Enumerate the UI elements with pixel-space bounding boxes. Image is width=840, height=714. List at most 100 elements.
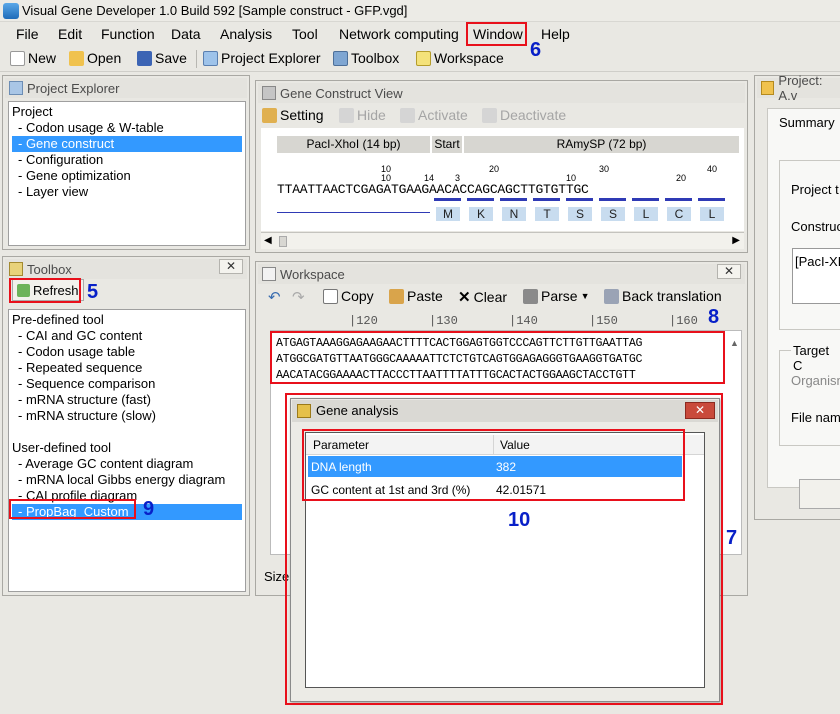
menu-analysis[interactable]: Analysis <box>220 26 272 42</box>
codon-line-8 <box>665 198 692 201</box>
save-button[interactable]: Save <box>137 50 187 66</box>
menu-edit[interactable]: Edit <box>58 26 82 42</box>
construct-field[interactable]: [PacI-XI <box>792 248 840 304</box>
workspace-header: Workspace <box>258 264 745 284</box>
workspace-label: Workspace <box>434 50 504 66</box>
construct-sequence: TTAATTAACTCGAGATGAAGAACACCAGCAGCTTGTGTTG… <box>277 182 589 197</box>
tree-item-configuration[interactable]: - Configuration <box>12 152 242 168</box>
scroll-left-icon[interactable]: ◀ <box>264 235 272 246</box>
setting-button[interactable]: Setting <box>262 107 324 123</box>
paste-clipboard-icon <box>389 288 404 304</box>
toolbox-list: Pre-defined tool - CAI and GC content - … <box>8 309 246 592</box>
tree-item-codon-usage[interactable]: - Codon usage & W-table <box>12 120 242 136</box>
amino-acid: C <box>667 207 691 221</box>
project-explorer-title: Project Explorer <box>27 80 120 96</box>
tool-gibbs-energy-diagram[interactable]: - mRNA local Gibbs energy diagram <box>12 472 242 488</box>
panel-action-button[interactable] <box>799 479 840 509</box>
gene-construct-header: Gene Construct View <box>258 83 745 103</box>
tool-sequence-comparison[interactable]: - Sequence comparison <box>12 376 242 392</box>
tab-summary[interactable]: Summary <box>779 115 835 130</box>
toolbox-label: Toolbox <box>351 50 400 66</box>
menu-file[interactable]: File <box>16 26 39 42</box>
activate-button[interactable]: Activate <box>400 107 468 123</box>
amino-acid: L <box>634 207 658 221</box>
tool-mrna-slow[interactable]: - mRNA structure (slow) <box>12 408 242 424</box>
codon-line-5 <box>566 198 593 201</box>
paste-button[interactable]: Paste <box>389 288 443 304</box>
toolbox-button[interactable]: Toolbox <box>333 50 399 66</box>
redo-icon[interactable]: ↷ <box>292 288 305 306</box>
parse-icon <box>523 288 538 304</box>
construct-hscrollbar[interactable]: ◀ ▶ <box>261 232 744 249</box>
menu-bar: File Edit Function Data Analysis Tool Ne… <box>0 23 840 45</box>
construct-line-pacxho <box>277 212 430 213</box>
organism-label: Organism <box>791 373 840 388</box>
tree-item-layer-view[interactable]: - Layer view <box>12 184 242 200</box>
construct-tab-ramysp[interactable]: RAmySP (72 bp) <box>464 136 739 153</box>
tree-item-gene-construct[interactable]: - Gene construct <box>12 136 242 152</box>
clear-button[interactable]: ✕ Clear <box>458 288 507 306</box>
open-folder-icon <box>69 50 84 66</box>
project-tree: Project - Codon usage & W-table - Gene c… <box>8 101 246 246</box>
paste-label: Paste <box>407 288 443 304</box>
toolbox-title: Toolbox <box>27 261 72 277</box>
copy-button[interactable]: Copy <box>323 288 374 304</box>
hide-label: Hide <box>357 107 386 123</box>
undo-icon[interactable]: ↶ <box>268 288 281 306</box>
codon-line-7 <box>632 198 659 201</box>
deactivate-button[interactable]: Deactivate <box>482 107 566 123</box>
setting-gear-icon <box>262 107 277 123</box>
gene-construct-icon <box>262 86 276 100</box>
save-label: Save <box>155 50 187 66</box>
ws-scroll-up-icon[interactable]: ▲ <box>730 338 739 348</box>
tool-repeated-sequence[interactable]: - Repeated sequence <box>12 360 242 376</box>
workspace-panel-icon <box>262 267 276 281</box>
parse-dropdown[interactable]: Parse ▼ <box>523 288 590 304</box>
menu-function[interactable]: Function <box>101 26 155 42</box>
ruler-40a: 40 <box>707 164 718 174</box>
amino-acid: S <box>568 207 592 221</box>
workspace-close-button[interactable]: ✕ <box>717 264 741 279</box>
tree-item-gene-optimization[interactable]: - Gene optimization <box>12 168 242 184</box>
workspace-button[interactable]: Workspace <box>416 50 504 66</box>
open-label: Open <box>87 50 122 66</box>
toolbox-close-button[interactable]: ✕ <box>219 259 243 274</box>
tool-avg-gc-diagram[interactable]: - Average GC content diagram <box>12 456 242 472</box>
toolbox-panel-icon <box>9 262 23 276</box>
menu-help[interactable]: Help <box>541 26 570 42</box>
back-translation-icon <box>604 288 619 304</box>
toolbox-icon <box>333 50 348 66</box>
menu-data[interactable]: Data <box>171 26 201 42</box>
highlight-window-menu <box>466 22 527 46</box>
workspace-title: Workspace <box>280 266 345 282</box>
scroll-right-icon[interactable]: ▶ <box>732 235 740 246</box>
hide-icon <box>339 107 354 123</box>
construct-tab-pacxho[interactable]: PacI-XhoI (14 bp) <box>277 136 430 153</box>
tool-mrna-fast[interactable]: - mRNA structure (fast) <box>12 392 242 408</box>
toolbox-predefined-header: Pre-defined tool <box>12 312 104 327</box>
ws-ruler-130: |130 <box>429 314 458 328</box>
menu-network-computing[interactable]: Network computing <box>339 26 459 42</box>
new-button[interactable]: New <box>10 50 56 66</box>
tree-root-project[interactable]: Project <box>12 104 242 120</box>
chevron-down-icon: ▼ <box>580 291 590 301</box>
project-explorer-header: Project Explorer <box>5 78 247 98</box>
hide-button[interactable]: Hide <box>339 107 386 123</box>
ws-ruler-150: |150 <box>589 314 618 328</box>
construct-tab-start[interactable]: Start <box>432 136 462 153</box>
menu-tool[interactable]: Tool <box>292 26 318 42</box>
codon-line-3 <box>500 198 527 201</box>
toolbox-header: Toolbox <box>5 259 247 279</box>
project-title-label: Project t <box>791 182 839 197</box>
project-explorer-icon <box>203 50 218 66</box>
tool-codon-usage-table[interactable]: - Codon usage table <box>12 344 242 360</box>
scroll-thumb[interactable] <box>279 236 287 247</box>
project-properties-title: Project: A.v <box>778 73 823 103</box>
toolbox-userdefined-header: User-defined tool <box>12 440 111 455</box>
project-explorer-button[interactable]: Project Explorer <box>203 50 321 66</box>
open-button[interactable]: Open <box>69 50 121 66</box>
amino-acid: K <box>469 207 493 221</box>
back-translation-button[interactable]: Back translation <box>604 288 722 304</box>
tool-cai-gc[interactable]: - CAI and GC content <box>12 328 242 344</box>
ruler-20b: 20 <box>676 173 687 183</box>
